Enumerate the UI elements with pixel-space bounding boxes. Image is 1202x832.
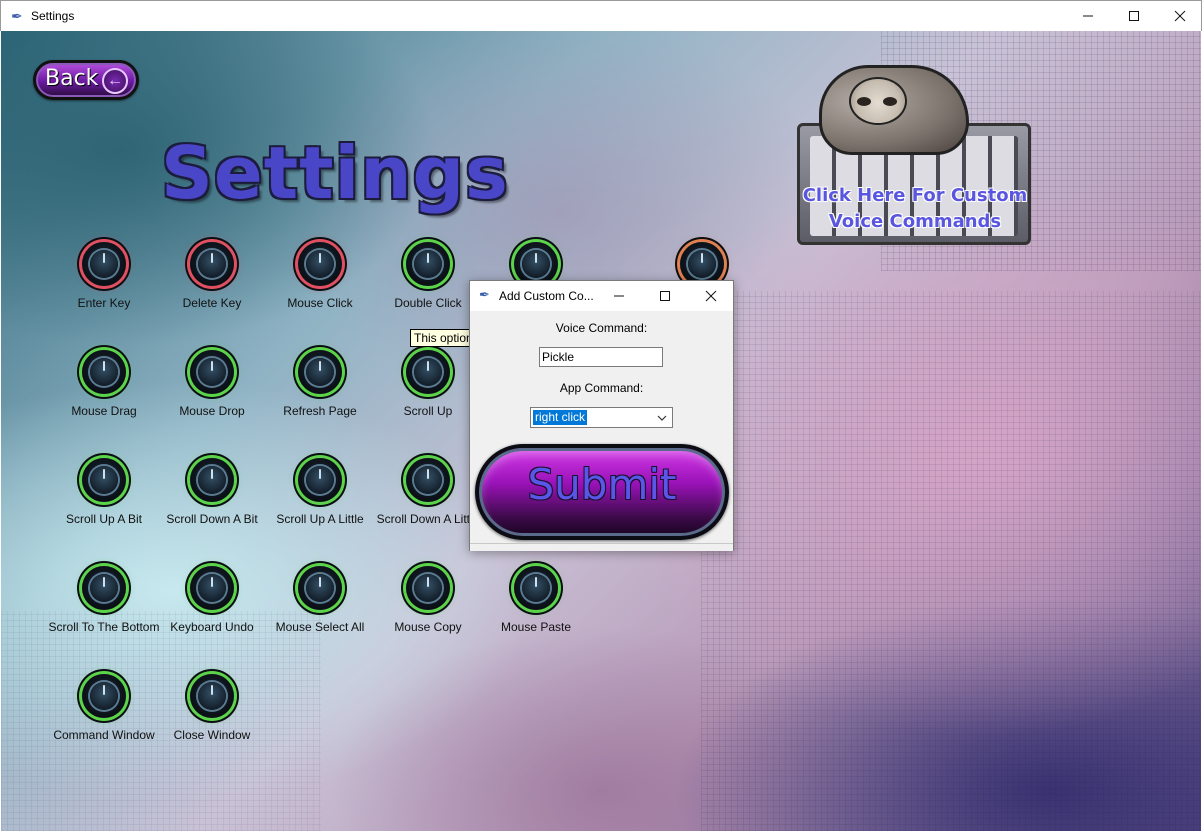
knob-icon[interactable] [190,242,234,286]
dialog-titlebar: ✒ Add Custom Co... [470,281,733,311]
command-toggle[interactable]: Mouse Click [265,242,375,332]
chevron-down-icon [657,415,667,421]
knob-icon[interactable] [190,458,234,502]
feather-icon: ✒ [479,287,490,302]
knob-icon[interactable] [298,566,342,610]
command-toggle[interactable]: Refresh Page [265,350,375,440]
minimize-icon[interactable] [1065,1,1111,31]
command-toggle[interactable]: Scroll Up A Bit [49,458,159,548]
knob-icon[interactable] [298,458,342,502]
custom-commands-button[interactable]: Click Here For Custom Voice Commands [797,63,1033,245]
app-command-select[interactable]: right click [530,407,673,428]
app-command-label: App Command: [559,381,644,395]
knob-icon[interactable] [82,674,126,718]
command-toggle[interactable]: Command Window [49,674,159,764]
close-icon[interactable] [1157,1,1202,31]
knob-icon[interactable] [190,566,234,610]
command-toggle[interactable]: Scroll Up [373,350,483,440]
custom-commands-label: Click Here For Custom Voice Commands [802,185,1028,232]
page-title: Settings [161,131,509,215]
app-command-value: right click [533,410,588,425]
command-toggle[interactable]: Mouse Copy [373,566,483,656]
knob-icon[interactable] [82,242,126,286]
dialog-title: Add Custom Co... [499,289,594,303]
back-button[interactable]: Back ← [33,60,139,100]
command-label: Close Window [173,728,251,742]
command-toggle[interactable]: Enter Key [49,242,159,332]
window-title: Settings [31,9,75,23]
knob-icon[interactable] [82,350,126,394]
voice-command-label: Voice Command: [555,321,648,335]
add-custom-command-dialog: ✒ Add Custom Co... Voice Command: App Co… [469,280,734,551]
background-texture [701,291,1201,831]
command-toggle[interactable]: Mouse Drop [157,350,267,440]
command-toggle[interactable]: Scroll Up A Little [265,458,375,548]
command-toggle[interactable]: Mouse Drag [49,350,159,440]
maximize-icon[interactable] [1111,1,1157,31]
dialog-footer [470,543,733,551]
command-toggle[interactable]: Double Click [373,242,483,332]
submit-button[interactable]: Submit [475,444,729,540]
command-toggle[interactable]: Scroll Down A Bit [157,458,267,548]
arrow-left-icon: ← [102,68,128,94]
knob-icon[interactable] [190,350,234,394]
window-titlebar: ✒ Settings [0,0,1202,31]
knob-icon[interactable] [298,242,342,286]
voice-command-input[interactable] [539,347,663,367]
knob-icon[interactable] [514,566,558,610]
knob-icon[interactable] [82,566,126,610]
knob-icon[interactable] [406,458,450,502]
knob-icon[interactable] [406,242,450,286]
minimize-icon[interactable] [596,281,642,311]
feather-icon: ✒ [11,8,23,24]
knob-icon[interactable] [406,350,450,394]
command-label: Mouse Paste [500,620,572,634]
command-toggle[interactable]: Close Window [157,674,267,764]
command-toggle[interactable]: Mouse Select All [265,566,375,656]
command-toggle[interactable]: Delete Key [157,242,267,332]
knob-icon[interactable] [298,350,342,394]
knob-icon[interactable] [406,566,450,610]
command-toggle[interactable]: Scroll To The Bottom [49,566,159,656]
knob-icon[interactable] [190,674,234,718]
submit-button-label: Submit [527,460,677,509]
maximize-icon[interactable] [642,281,688,311]
back-button-label: Back [45,66,99,91]
knob-icon[interactable] [82,458,126,502]
tooltip: This option [410,329,472,347]
command-toggle[interactable]: Keyboard Undo [157,566,267,656]
command-toggle[interactable]: Scroll Down A Little [373,458,483,548]
close-icon[interactable] [688,281,734,311]
command-toggle[interactable]: Mouse Paste [481,566,591,656]
